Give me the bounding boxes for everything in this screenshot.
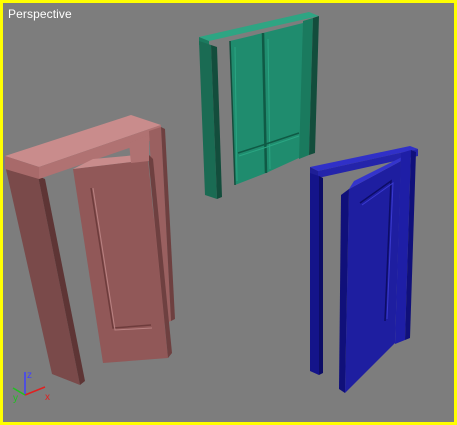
viewport-scene	[5, 12, 418, 393]
blue-door[interactable]	[310, 146, 418, 393]
perspective-viewport[interactable]: Perspective z x y	[0, 0, 457, 425]
x-axis-label: x	[45, 392, 50, 403]
z-axis-label: z	[27, 370, 32, 381]
green-door[interactable]	[199, 12, 319, 199]
pink-door[interactable]	[5, 115, 175, 385]
x-axis-line	[24, 386, 46, 396]
axis-tripod-icon: z x y	[12, 370, 50, 404]
y-axis-label: y	[13, 393, 18, 404]
